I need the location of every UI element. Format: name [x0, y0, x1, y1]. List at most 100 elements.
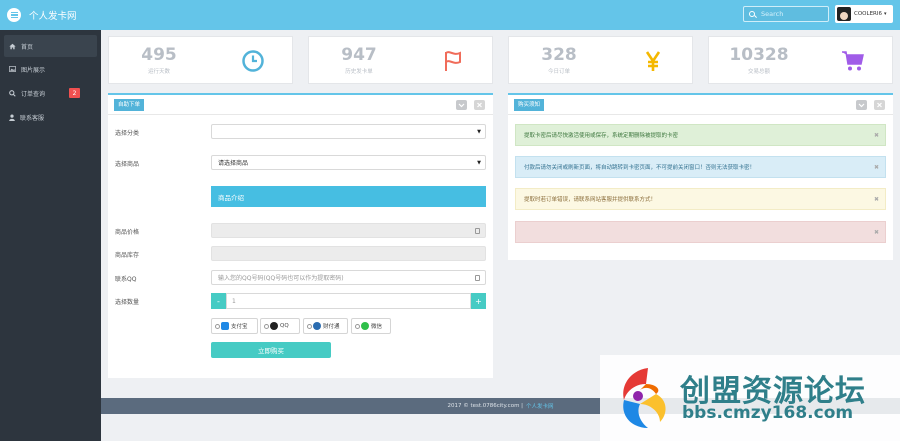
close-icon[interactable]: ✖: [874, 132, 879, 139]
sidebar-item-label: 图片展示: [21, 66, 46, 74]
pay-option-label: 财付通: [323, 324, 340, 330]
chevron-down-icon: [458, 103, 465, 108]
watermark: 创盟资源论坛 bbs.cmzy168.com: [600, 355, 900, 441]
home-icon: [9, 43, 16, 49]
chevron-down-icon: [858, 103, 865, 108]
search-icon: [9, 89, 16, 97]
category-select[interactable]: ▼: [211, 124, 486, 139]
close-icon[interactable]: ✖: [874, 196, 879, 203]
quantity-label: 选择数量: [115, 299, 140, 306]
image-icon: [9, 66, 16, 72]
close-icon[interactable]: ✖: [874, 164, 879, 171]
stat-label: 运行天数: [147, 69, 170, 75]
chevron-down-icon: ▼: [477, 159, 481, 166]
sidebar-item-label: 联系客服: [20, 114, 45, 122]
footer-text: 2017 © test.0786city.com |: [447, 403, 524, 409]
menu-toggle-icon[interactable]: [7, 8, 21, 22]
close-button[interactable]: [874, 100, 885, 110]
close-icon[interactable]: ✖: [874, 229, 879, 236]
notice-warning: 提取时若订单错误，请联系网站客服并提供联系方式！ ✖: [515, 188, 886, 210]
pay-option-label: 支付宝: [231, 324, 248, 330]
radio-icon: [215, 323, 220, 329]
product-value: 请选择商品: [218, 160, 249, 167]
footer-link[interactable]: 个人发卡网: [526, 402, 554, 410]
top-navbar: 个人发卡网 COOLERI6 ▾: [0, 0, 900, 30]
sidebar-item-label: 首页: [21, 43, 34, 51]
product-label: 选择商品: [115, 161, 140, 168]
sidebar-item-label: 订单查询: [21, 90, 46, 98]
radio-icon: [264, 323, 269, 329]
radio-icon: [307, 323, 312, 329]
stat-card-today: 328 今日订单: [508, 36, 693, 84]
collapse-button[interactable]: [856, 100, 867, 110]
notice-text: 提取时若订单错误，请联系网站客服并提供联系方式！: [524, 197, 657, 203]
price-label: 商品价格: [115, 229, 140, 236]
pay-option-label: QQ: [280, 323, 289, 329]
watermark-logo-icon: [623, 368, 666, 428]
pay-option-wechat[interactable]: 微信: [351, 318, 391, 334]
price-field: [211, 223, 486, 238]
quantity-decrease-button[interactable]: -: [211, 293, 226, 309]
stat-value: 947: [341, 45, 377, 65]
stat-value: 495: [141, 45, 177, 65]
stat-card-total: 10328 交易总额: [708, 36, 893, 84]
sidebar-item-images[interactable]: 图片展示: [0, 57, 101, 81]
quantity-increase-button[interactable]: +: [471, 293, 486, 309]
flag-icon: [445, 51, 461, 71]
watermark-url: bbs.cmzy168.com: [682, 403, 854, 423]
order-panel-header: 自助下单: [108, 95, 493, 115]
stat-label: 历史发卡单: [345, 69, 373, 75]
order-count-badge: 2: [69, 88, 80, 98]
contact-label: 联系QQ: [115, 276, 137, 283]
radio-icon: [355, 323, 360, 329]
collapse-button[interactable]: [456, 100, 467, 110]
stock-field: [211, 246, 486, 261]
sidebar-item-order-query[interactable]: 订单查询 2: [0, 81, 101, 105]
close-icon: [877, 102, 882, 108]
copy-icon: [475, 227, 480, 234]
pay-option-tenpay[interactable]: 财付通: [303, 318, 348, 334]
copy-icon: [475, 274, 480, 281]
notice-info: 付款后请勿关闭或刷新页面，将自动跳转到卡密页面，不可提前关闭窗口！否则无法获取卡…: [515, 156, 886, 178]
notice-text: 提取卡密后请尽快激活使用或保存，系统定期删除被提取的卡密: [524, 133, 679, 139]
notice-text: 付款后请勿关闭或刷新页面，将自动跳转到卡密页面，不可提前关闭窗口！否则无法获取卡…: [524, 165, 756, 171]
category-label: 选择分类: [115, 130, 140, 137]
buy-now-button[interactable]: 立即购买: [211, 342, 331, 358]
search-icon: [749, 11, 755, 17]
pay-option-alipay[interactable]: 支付宝: [211, 318, 258, 334]
chevron-down-icon: ▾: [883, 11, 887, 17]
product-description-bar: 商品介绍: [211, 186, 486, 207]
site-brand[interactable]: 个人发卡网: [29, 8, 77, 22]
search-input[interactable]: [761, 10, 821, 18]
yen-icon: [645, 51, 661, 71]
chevron-down-icon: ▼: [477, 128, 481, 135]
notice-panel: 购买须知 提取卡密后请尽快激活使用或保存，系统定期删除被提取的卡密 ✖ 付款后请…: [508, 93, 893, 260]
quantity-input[interactable]: 1: [226, 293, 471, 309]
close-button[interactable]: [474, 100, 485, 110]
stat-label: 今日订单: [547, 69, 570, 75]
stat-card-history: 947 历史发卡单: [308, 36, 493, 84]
notice-panel-header: 购买须知: [508, 95, 893, 115]
product-select[interactable]: 请选择商品 ▼: [211, 155, 486, 170]
clock-icon: [242, 50, 264, 72]
wechat-icon: [361, 322, 369, 330]
pay-option-label: 微信: [371, 324, 383, 330]
sidebar-item-home[interactable]: 首页: [4, 35, 97, 57]
notice-danger: ✖: [515, 221, 886, 243]
stat-card-days: 495 运行天数: [108, 36, 293, 84]
panel-title: 自助下单: [114, 99, 145, 111]
tenpay-icon: [313, 322, 321, 330]
stock-label: 商品库存: [115, 252, 140, 259]
search-box[interactable]: [743, 6, 829, 22]
stat-label: 交易总额: [747, 69, 770, 75]
sidebar-item-contact[interactable]: 联系客服: [0, 105, 101, 129]
pay-option-qq[interactable]: QQ: [260, 318, 300, 334]
notice-success: 提取卡密后请尽快激活使用或保存，系统定期删除被提取的卡密 ✖: [515, 124, 886, 146]
user-icon: [9, 113, 15, 121]
stat-value: 10328: [729, 45, 789, 65]
order-panel: 自助下单 选择分类 ▼ 选择商品 请选择商品 ▼ 商品介绍 商品价格 商品库存 联…: [108, 93, 493, 378]
sidebar: 首页 图片展示 订单查询 2 联系客服: [0, 30, 101, 441]
cart-icon: [842, 51, 864, 71]
contact-qq-input[interactable]: 输入您的QQ号码(QQ号码也可以作为提取密码): [211, 270, 486, 285]
user-menu[interactable]: COOLERI6 ▾: [835, 5, 893, 23]
